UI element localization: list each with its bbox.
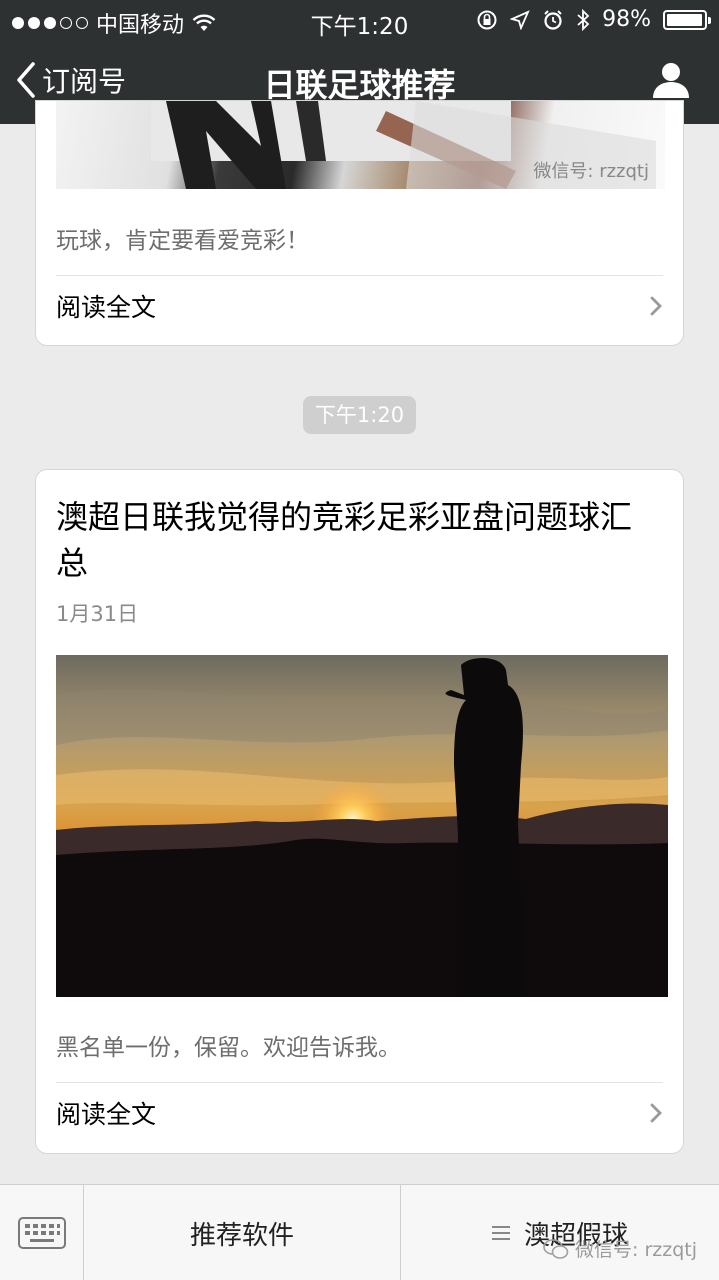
article-date: 1月31日 <box>56 602 139 626</box>
back-button[interactable]: 订阅号 <box>16 60 126 100</box>
rotation-lock-icon <box>477 10 497 29</box>
read-more-link[interactable]: 阅读全文 <box>56 1083 663 1143</box>
message-timestamp: 下午1:20 <box>303 396 416 434</box>
read-more-link[interactable]: 阅读全文 <box>56 276 663 336</box>
watermark-text: 微信号: rzzqtj <box>575 1239 697 1261</box>
article-title[interactable]: 澳超日联我觉得的竞彩足彩亚盘问题球汇总 <box>56 494 656 586</box>
read-more-label: 阅读全文 <box>56 293 157 322</box>
hamburger-icon <box>491 1226 510 1240</box>
menu-item-a-league-fixed-matches[interactable]: 澳超假球 <box>401 1185 719 1280</box>
back-label: 订阅号 <box>42 65 127 98</box>
menu-item-label: 推荐软件 <box>189 1220 294 1251</box>
chevron-left-icon <box>17 62 35 98</box>
article-cover-image[interactable] <box>56 655 668 997</box>
read-more-label: 阅读全文 <box>56 1100 157 1129</box>
person-icon <box>653 63 689 98</box>
alarm-icon <box>544 9 562 30</box>
article-cover-image[interactable]: 微信号: rzzqtj <box>56 101 665 189</box>
watermark-text: 微信号: rzzqtj <box>533 161 649 182</box>
bluetooth-icon <box>577 8 590 31</box>
article-digest: 玩球，肯定要看爱竞彩！ <box>56 228 309 254</box>
watermark: 微信号: rzzqtj <box>543 1235 697 1262</box>
profile-button[interactable] <box>649 58 693 102</box>
bottom-menu-bar: 推荐软件 澳超假球 微信号: rzzqtj <box>0 1184 719 1280</box>
wechat-icon <box>543 1238 569 1259</box>
chevron-right-icon <box>650 296 662 316</box>
chevron-right-icon <box>650 1103 662 1123</box>
menu-item-recommended-software[interactable]: 推荐软件 <box>84 1185 401 1280</box>
status-bar: 中国移动 下午1:20 98% <box>0 0 719 40</box>
battery-percent: 98% <box>602 7 651 32</box>
article-digest: 黑名单一份，保留。欢迎告诉我。 <box>56 1035 401 1061</box>
keyboard-icon <box>17 1217 66 1249</box>
keyboard-toggle-button[interactable] <box>0 1185 84 1280</box>
location-icon <box>510 9 530 30</box>
article-card: 微信号: rzzqtj 玩球，肯定要看爱竞彩！ 阅读全文 <box>35 100 684 346</box>
article-card[interactable]: 澳超日联我觉得的竞彩足彩亚盘问题球汇总 1月31日 黑名单一份，保留。欢迎告诉我… <box>35 469 684 1154</box>
page-title: 日联足球推荐 <box>263 66 456 104</box>
battery-icon <box>663 9 711 30</box>
sunset-silhouette-image <box>56 655 668 997</box>
